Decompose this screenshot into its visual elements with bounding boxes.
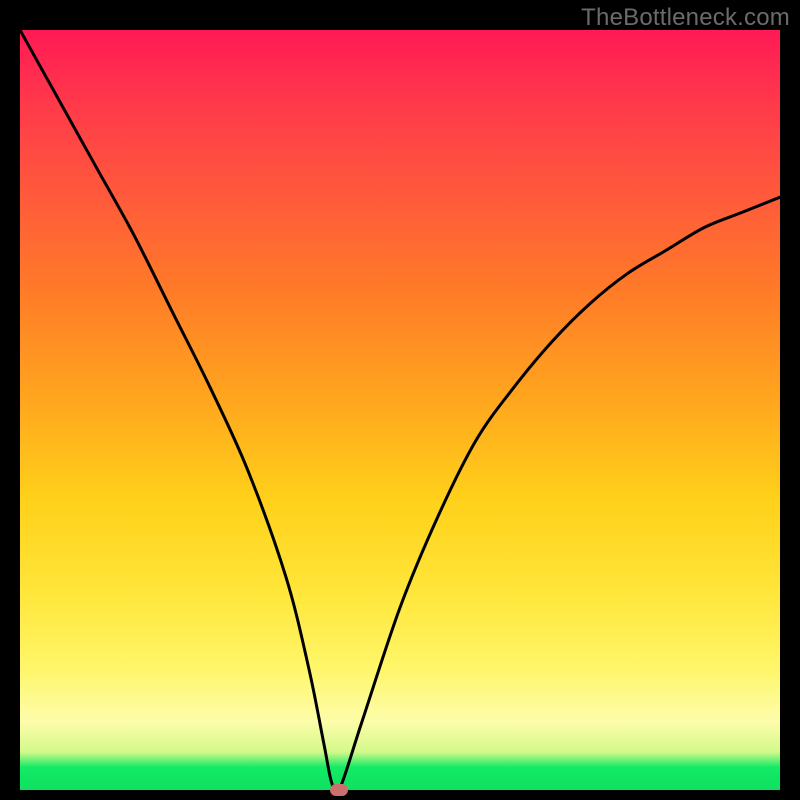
chart-frame: TheBottleneck.com [0,0,800,800]
minimum-marker [330,784,348,796]
plot-area [20,30,780,790]
watermark-text: TheBottleneck.com [581,4,790,32]
line-chart-svg [20,30,780,790]
curve-path [20,30,780,794]
